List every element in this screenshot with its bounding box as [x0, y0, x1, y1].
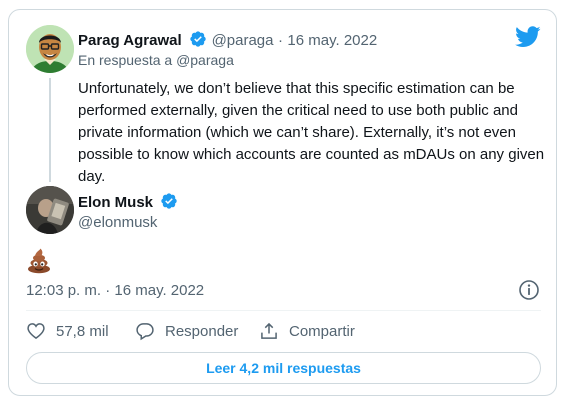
reply-handle-link[interactable]: @paraga	[176, 52, 234, 68]
share-label: Compartir	[289, 322, 355, 340]
reply-label: Responder	[165, 322, 239, 340]
divider	[26, 310, 541, 311]
share-icon	[261, 322, 277, 339]
share-button[interactable]: Compartir	[259, 321, 355, 341]
tweet-header: Parag Agrawal @paraga · 16 may. 2022	[78, 30, 377, 50]
reply-button[interactable]: Responder	[135, 321, 238, 341]
heart-icon	[27, 323, 45, 340]
verified-badge-icon	[160, 192, 178, 210]
like-count: 57,8 mil	[56, 322, 109, 340]
meta-separator: ·	[277, 32, 283, 49]
reply-prefix: En respuesta a	[78, 52, 173, 68]
parag-avatar-image	[26, 25, 74, 73]
tweet-timestamp[interactable]: 12:03 p. m. · 16 may. 2022	[26, 282, 204, 299]
author-handle[interactable]: @paraga	[212, 32, 274, 49]
thread-connector-line	[49, 78, 51, 182]
verified-badge-icon	[189, 30, 207, 48]
like-button[interactable]: 57,8 mil	[26, 321, 109, 341]
read-replies-button[interactable]: Leer 4,2 mil respuestas	[26, 352, 541, 384]
reply-context: En respuesta a @paraga	[78, 52, 234, 68]
tweet-text: Unfortunately, we don’t believe that thi…	[78, 80, 545, 185]
pile-of-poo-icon	[26, 248, 52, 274]
reply-bubble-icon	[136, 323, 154, 341]
elon-avatar-image	[26, 186, 74, 234]
reply-author-handle[interactable]: @elonmusk	[78, 214, 157, 231]
reply-author-row: Elon Musk	[78, 192, 178, 212]
reply-author-name[interactable]: Elon Musk	[78, 194, 153, 211]
tweet-card: Parag Agrawal @paraga · 16 may. 2022 En …	[8, 9, 557, 396]
info-icon[interactable]	[518, 279, 540, 301]
author-name[interactable]: Parag Agrawal	[78, 32, 182, 49]
parag-avatar[interactable]	[26, 25, 74, 73]
twitter-bird-icon[interactable]	[515, 26, 541, 48]
tweet-date[interactable]: 16 may. 2022	[287, 32, 377, 49]
elon-avatar[interactable]	[26, 186, 74, 234]
